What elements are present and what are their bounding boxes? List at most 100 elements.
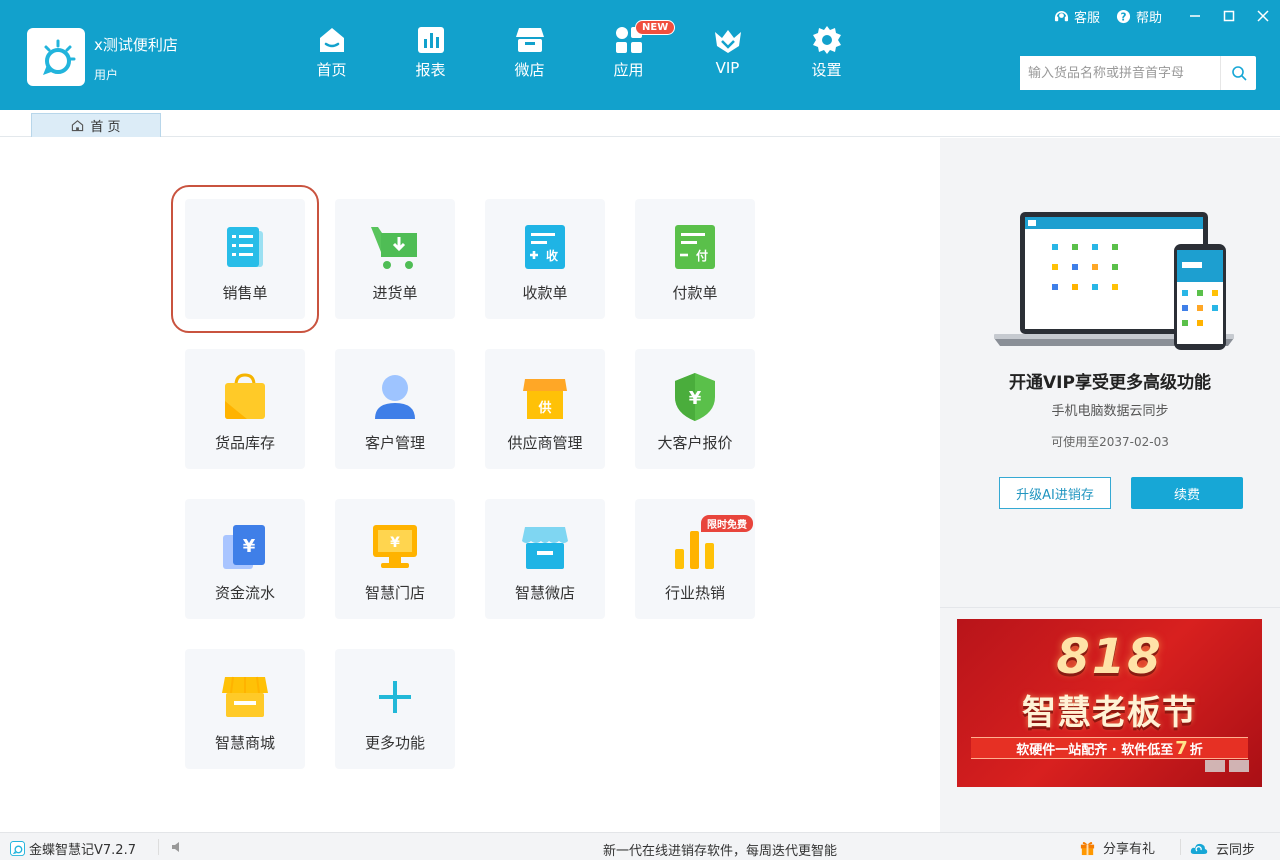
- tile-purchase-order[interactable]: 进货单: [335, 199, 455, 319]
- gift-icon: [1080, 842, 1095, 856]
- home-outline-icon: [72, 120, 84, 132]
- tile-sales-order-label: 销售单: [222, 284, 268, 302]
- tile-smart-microshop-label: 智慧微店: [514, 584, 575, 602]
- supplier-icon: 供: [523, 379, 567, 419]
- sales-order-icon: [227, 227, 263, 267]
- receipt-icon: 收: [525, 225, 565, 269]
- upgrade-ai-button[interactable]: 升级AI进销存: [999, 477, 1111, 509]
- share-gift-button[interactable]: 分享有礼: [1079, 838, 1155, 857]
- app-version-text: 金蝶智慧记V7.2.7: [29, 843, 136, 858]
- tab-home[interactable]: 首 页: [31, 113, 161, 137]
- status-bar: 金蝶智慧记V7.2.7 新一代在线进销存软件，每周迭代更智能 分享有礼 云同步: [0, 832, 1280, 860]
- report-icon: [417, 27, 444, 53]
- gear-icon: [812, 26, 841, 54]
- tab-bar: 首 页: [0, 110, 1280, 137]
- tile-industry-hot[interactable]: 行业热销 限时免费: [635, 499, 755, 619]
- nav-apps-label: 应用: [613, 61, 644, 79]
- app-header: x测试便利店 用户 首页 报表 微店 应用 NEW VIP 设置 客服 ? 帮助…: [0, 0, 1280, 110]
- tile-inventory-label: 货品库存: [214, 434, 275, 452]
- tile-smart-mall-label: 智慧商城: [214, 734, 275, 752]
- tile-supplier[interactable]: 供 供应商管理: [485, 349, 605, 469]
- status-message: 新一代在线进销存软件，每周迭代更智能: [602, 844, 837, 859]
- svg-text:收: 收: [546, 248, 558, 263]
- tile-supplier-label: 供应商管理: [507, 434, 583, 452]
- tile-customer[interactable]: 客户管理: [335, 349, 455, 469]
- tile-inventory[interactable]: 货品库存: [185, 349, 305, 469]
- search-input[interactable]: [1020, 56, 1220, 90]
- tile-cash-flow-label: 资金流水: [214, 584, 275, 602]
- inventory-bag-icon: [225, 373, 265, 419]
- tile-purchase-order-label: 进货单: [372, 284, 418, 302]
- tab-home-label: 首 页: [90, 120, 121, 135]
- devices-illustration: [994, 212, 1234, 350]
- app-logo: [27, 28, 85, 86]
- store-user-role: 用户: [94, 68, 119, 82]
- help-link[interactable]: ? 帮助: [1116, 7, 1162, 26]
- nav-microshop[interactable]: 微店: [480, 24, 579, 84]
- store-name: x测试便利店: [94, 36, 178, 54]
- customer-icon: [375, 375, 415, 419]
- vip-title: 开通VIP享受更多高级功能: [1009, 373, 1211, 393]
- tile-sales-order[interactable]: 销售单: [171, 185, 319, 333]
- tile-payment[interactable]: 付 付款单: [635, 199, 755, 319]
- shield-yen-icon: ¥: [675, 373, 715, 421]
- nav-report[interactable]: 报表: [381, 24, 480, 84]
- close-button[interactable]: [1246, 0, 1280, 32]
- nav-settings[interactable]: 设置: [777, 24, 876, 84]
- nav-home[interactable]: 首页: [282, 24, 381, 84]
- top-links: 客服 ? 帮助: [1054, 0, 1280, 32]
- banner-strip: 软硬件一站配齐 · 软件低至 7 折: [971, 737, 1248, 759]
- tile-payment-label: 付款单: [672, 284, 718, 302]
- banner-dot-1[interactable]: [1205, 760, 1225, 772]
- right-panel: 开通VIP享受更多高级功能 手机电脑数据云同步 可使用至2037-02-03 升…: [940, 138, 1280, 832]
- minimize-icon: [1190, 15, 1200, 17]
- banner-dot-2[interactable]: [1229, 760, 1249, 772]
- shop-icon: [515, 28, 544, 52]
- svg-text:¥: ¥: [243, 536, 256, 557]
- logo-icon: [43, 39, 76, 75]
- nav-home-label: 首页: [316, 61, 347, 79]
- tile-vip-quote-label: 大客户报价: [657, 434, 733, 452]
- smart-microshop-icon: [522, 527, 568, 569]
- promo-banner[interactable]: 818 智慧老板节 软硬件一站配齐 · 软件低至 7 折: [957, 619, 1262, 787]
- status-divider: [158, 839, 159, 855]
- customer-service-link[interactable]: 客服: [1054, 7, 1100, 26]
- main-nav: 首页 报表 微店 应用 NEW VIP 设置: [282, 20, 876, 84]
- tile-smart-mall[interactable]: 智慧商城: [185, 649, 305, 769]
- headset-icon: [1054, 10, 1069, 21]
- cloud-sync-icon: [1190, 843, 1208, 854]
- cloud-sync-button[interactable]: 云同步: [1190, 839, 1255, 858]
- tile-vip-quote[interactable]: ¥ 大客户报价: [635, 349, 755, 469]
- volume-icon[interactable]: [170, 840, 184, 854]
- tile-cash-flow[interactable]: ¥ 资金流水: [185, 499, 305, 619]
- new-badge: NEW: [635, 20, 676, 35]
- limited-free-badge: 限时免费: [701, 515, 753, 532]
- tile-receipt[interactable]: 收 收款单: [485, 199, 605, 319]
- status-divider-2: [1180, 839, 1181, 855]
- nav-report-label: 报表: [415, 61, 446, 79]
- maximize-icon: [1223, 10, 1235, 22]
- smart-store-icon: ¥: [373, 525, 417, 568]
- banner-title: 智慧老板节: [1022, 693, 1197, 733]
- svg-text:供: 供: [537, 400, 551, 416]
- tile-more-functions[interactable]: 更多功能: [335, 649, 455, 769]
- tile-smart-store[interactable]: ¥ 智慧门店: [335, 499, 455, 619]
- renew-button[interactable]: 续费: [1131, 477, 1243, 509]
- nav-settings-label: 设置: [811, 61, 842, 79]
- svg-text:付: 付: [696, 248, 708, 263]
- minimize-button[interactable]: [1178, 0, 1212, 32]
- nav-apps[interactable]: 应用 NEW: [579, 20, 678, 84]
- function-grid: 销售单 进货单 收 收款单 付 付款单 货品库存 客户管理 供 供应商管理 ¥ …: [0, 138, 940, 832]
- tile-smart-store-label: 智慧门店: [364, 584, 425, 602]
- tile-receipt-label: 收款单: [522, 284, 568, 302]
- tile-customer-label: 客户管理: [364, 434, 425, 452]
- help-label: 帮助: [1135, 10, 1162, 26]
- help-icon: ?: [1116, 9, 1131, 23]
- maximize-button[interactable]: [1212, 0, 1246, 32]
- search-button[interactable]: [1220, 56, 1256, 90]
- nav-vip[interactable]: VIP: [678, 24, 777, 84]
- svg-text:?: ?: [1120, 11, 1126, 23]
- search-icon: [1231, 66, 1247, 81]
- search-box: [1020, 56, 1256, 90]
- tile-smart-microshop[interactable]: 智慧微店: [485, 499, 605, 619]
